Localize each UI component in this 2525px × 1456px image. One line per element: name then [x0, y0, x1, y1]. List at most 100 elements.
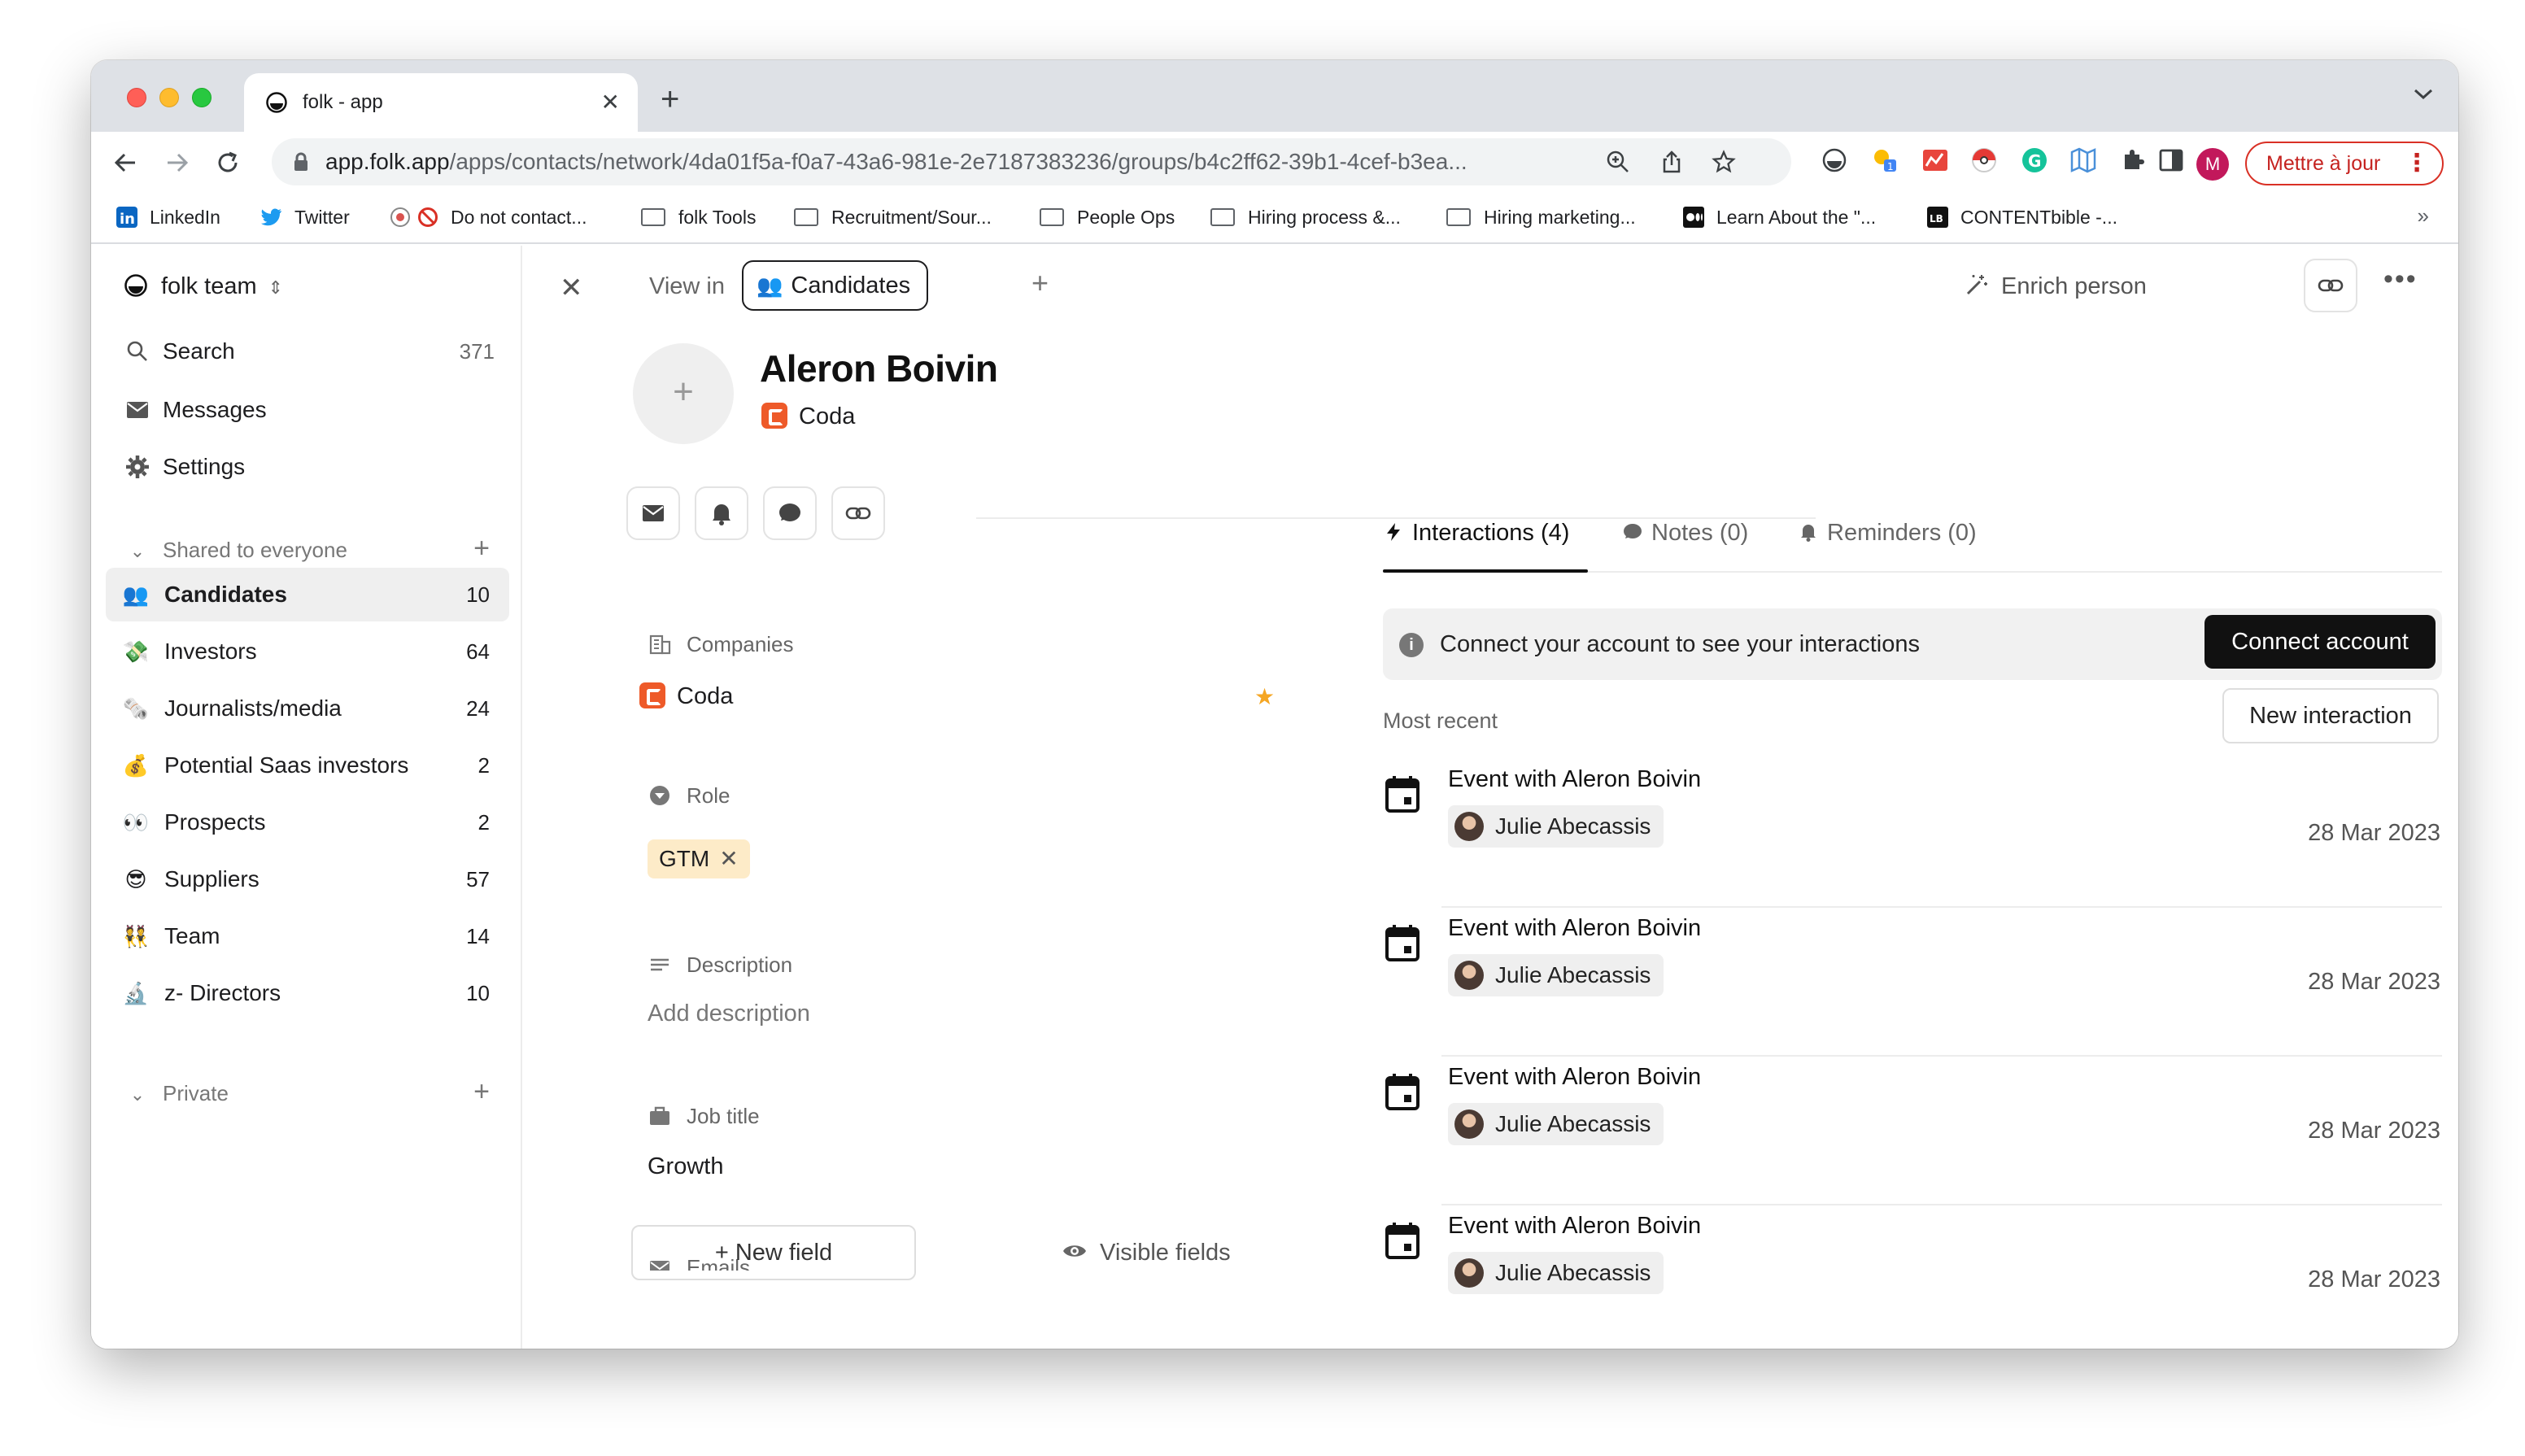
- bookmark-folder[interactable]: folk Tools: [641, 203, 756, 231]
- share-icon[interactable]: [1659, 150, 1684, 174]
- eye-icon: [1063, 1245, 1086, 1258]
- remove-tag-icon[interactable]: ✕: [719, 846, 738, 871]
- bookmark-folder[interactable]: Hiring process &...: [1210, 203, 1401, 231]
- group-journalists[interactable]: 🗞️ Journalists/media 24: [106, 682, 509, 735]
- group-investors[interactable]: 💸 Investors 64: [106, 625, 509, 678]
- magic-wand-icon: [1966, 275, 1987, 295]
- participant-avatar: [1454, 960, 1484, 990]
- email-action-button[interactable]: [626, 486, 680, 540]
- lock-icon[interactable]: [293, 152, 309, 172]
- address-bar[interactable]: app.folk.app/apps/contacts/network/4da01…: [272, 138, 1791, 185]
- person-company[interactable]: Coda: [761, 400, 855, 433]
- nav-settings[interactable]: Settings: [124, 447, 506, 486]
- building-icon: [649, 635, 671, 655]
- nav-search[interactable]: Search 371: [124, 332, 506, 371]
- zoom-icon[interactable]: [1606, 150, 1630, 174]
- connect-account-button[interactable]: Connect account: [2204, 615, 2436, 669]
- side-panel-icon[interactable]: [2157, 146, 2185, 174]
- back-arrow-icon[interactable]: [111, 148, 140, 177]
- interaction-item[interactable]: Event with Aleron Boivin Julie Abecassis…: [1383, 1206, 2442, 1328]
- forward-arrow-icon[interactable]: [163, 148, 192, 177]
- group-emoji: 👀: [122, 810, 150, 835]
- tab-close-icon[interactable]: ✕: [601, 89, 620, 116]
- active-tab-indicator: [1383, 569, 1588, 573]
- chevron-down-icon: ⌄: [129, 541, 146, 561]
- tab-search-chevron-icon[interactable]: [2413, 88, 2434, 101]
- role-tag[interactable]: GTM ✕: [648, 839, 750, 878]
- participant-chip[interactable]: Julie Abecassis: [1448, 805, 1664, 848]
- twitter-icon: [261, 208, 281, 226]
- update-chrome-button[interactable]: Mettre à jour ⋮: [2245, 142, 2444, 185]
- bookmark-item[interactable]: Twitter: [260, 203, 350, 231]
- group-prospects[interactable]: 👀 Prospects 2: [106, 796, 509, 849]
- pokeball-extension-icon[interactable]: [1970, 146, 1998, 174]
- chrome-menu-icon[interactable]: ⋮: [2405, 143, 2429, 184]
- description-input[interactable]: Add description: [648, 997, 810, 1030]
- group-z-directors[interactable]: 🔬 z- Directors 10: [106, 966, 509, 1020]
- bookmarks-overflow-icon[interactable]: »: [2418, 203, 2429, 229]
- shared-section-header[interactable]: ⌄ Shared to everyone +: [124, 532, 506, 566]
- note-action-button[interactable]: [763, 486, 817, 540]
- nav-messages[interactable]: Messages: [124, 390, 506, 429]
- bookmark-item[interactable]: Do not contact...: [389, 203, 587, 231]
- interaction-item[interactable]: Event with Aleron Boivin Julie Abecassis…: [1383, 760, 2442, 908]
- group-potential-saas-investors[interactable]: 💰 Potential Saas investors 2: [106, 739, 509, 792]
- translate-extension-icon[interactable]: 1: [1871, 146, 1899, 174]
- window-minimize-button[interactable]: [159, 88, 179, 107]
- private-section-header[interactable]: ⌄ Private +: [124, 1075, 506, 1109]
- grammarly-extension-icon[interactable]: G: [2021, 146, 2048, 174]
- reload-icon[interactable]: [213, 148, 242, 177]
- new-field-button[interactable]: + New field: [631, 1225, 916, 1280]
- bookmark-folder[interactable]: People Ops: [1040, 203, 1175, 231]
- close-panel-icon[interactable]: ✕: [560, 272, 583, 304]
- tab-notes[interactable]: Notes (0): [1622, 514, 1748, 551]
- new-tab-button[interactable]: +: [661, 80, 679, 119]
- window-close-button[interactable]: [127, 88, 146, 107]
- participant-chip[interactable]: Julie Abecassis: [1448, 1103, 1664, 1145]
- group-emoji: 💰: [122, 753, 150, 778]
- briefcase-icon: [650, 1106, 669, 1126]
- person-name[interactable]: Aleron Boivin: [760, 347, 998, 390]
- map-extension-icon[interactable]: [2069, 146, 2097, 174]
- bookmark-item[interactable]: in LinkedIn: [116, 203, 220, 231]
- folk-extension-icon[interactable]: [1821, 146, 1848, 174]
- analytics-extension-icon[interactable]: [1921, 146, 1949, 174]
- interaction-item[interactable]: Event with Aleron Boivin Julie Abecassis…: [1383, 909, 2442, 1057]
- bookmark-item[interactable]: LB CONTENTbible -...: [1926, 203, 2117, 231]
- group-suppliers[interactable]: 😎 Suppliers 57: [106, 852, 509, 906]
- add-private-group-icon[interactable]: +: [473, 1075, 490, 1108]
- extensions-puzzle-icon[interactable]: [2120, 146, 2148, 174]
- new-interaction-button[interactable]: New interaction: [2222, 688, 2439, 743]
- group-team[interactable]: 👯 Team 14: [106, 909, 509, 963]
- browser-tab-active[interactable]: folk - app ✕: [244, 73, 638, 132]
- add-view-icon[interactable]: +: [1031, 265, 1049, 301]
- bookmark-star-icon[interactable]: [1712, 150, 1736, 174]
- profile-avatar[interactable]: M: [2196, 148, 2229, 181]
- companies-value[interactable]: Coda: [639, 680, 733, 713]
- add-avatar-button[interactable]: +: [633, 343, 734, 444]
- star-icon[interactable]: ★: [1254, 683, 1275, 710]
- workspace-switcher[interactable]: folk team ⇕: [124, 268, 283, 304]
- view-in-group-chip[interactable]: 👥 Candidates: [742, 260, 929, 311]
- bookmark-folder[interactable]: Hiring marketing...: [1446, 203, 1636, 231]
- visible-fields-button[interactable]: Visible fields: [1061, 1236, 1231, 1269]
- bookmark-item[interactable]: Learn About the "...: [1682, 203, 1876, 231]
- group-candidates[interactable]: 👥 Candidates 10: [106, 568, 509, 621]
- participant-chip[interactable]: Julie Abecassis: [1448, 954, 1664, 996]
- tab-reminders[interactable]: Reminders (0): [1798, 514, 1977, 551]
- add-group-icon[interactable]: +: [473, 532, 490, 565]
- link-action-button[interactable]: [831, 486, 885, 540]
- window-zoom-button[interactable]: [192, 88, 212, 107]
- more-options-icon[interactable]: •••: [2383, 264, 2418, 295]
- reminder-action-button[interactable]: [695, 486, 748, 540]
- link-icon: [2318, 279, 2344, 292]
- bookmarks-bar: in LinkedIn Twitter Do not contact... fol…: [91, 192, 2458, 244]
- copy-link-button[interactable]: [2304, 259, 2357, 312]
- group-emoji: 🗞️: [122, 696, 150, 721]
- enrich-person-button[interactable]: Enrich person: [1964, 268, 2147, 304]
- participant-chip[interactable]: Julie Abecassis: [1448, 1252, 1664, 1294]
- job-title-value[interactable]: Growth: [648, 1150, 723, 1183]
- tab-interactions[interactable]: Interactions (4): [1383, 514, 1569, 551]
- bookmark-folder[interactable]: Recruitment/Sour...: [794, 203, 992, 231]
- interaction-item[interactable]: Event with Aleron Boivin Julie Abecassis…: [1383, 1057, 2442, 1205]
